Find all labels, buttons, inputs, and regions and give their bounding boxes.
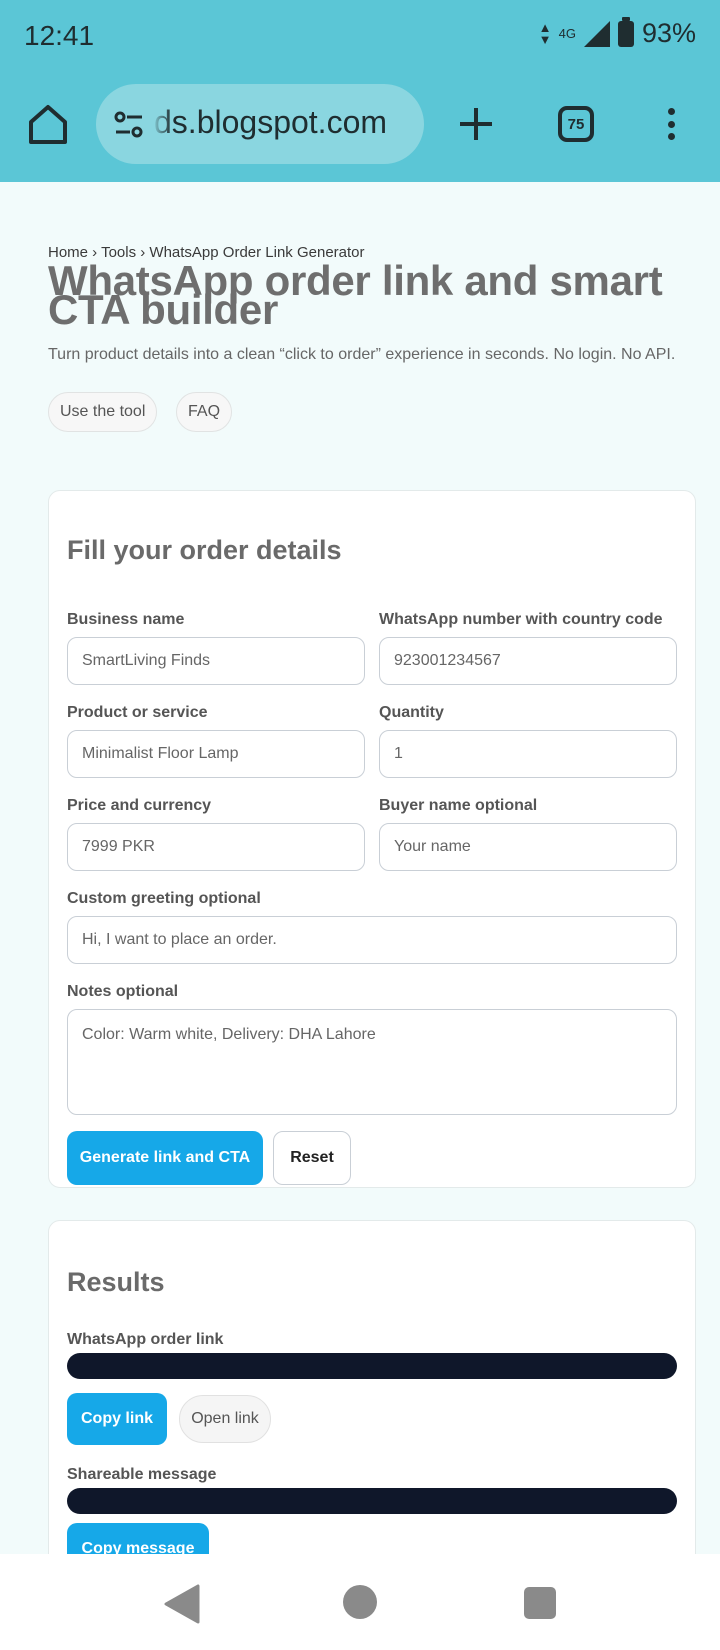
- order-form-card: Fill your order details Business name Sm…: [48, 490, 696, 1188]
- open-link-button[interactable]: Open link: [179, 1395, 271, 1443]
- tab-switcher-button[interactable]: 75: [558, 106, 594, 142]
- business-name-input[interactable]: SmartLiving Finds: [67, 637, 365, 685]
- product-label: Product or service: [67, 704, 208, 721]
- site-settings-icon[interactable]: [112, 108, 146, 142]
- home-icon[interactable]: [26, 102, 70, 146]
- page-subtitle: Turn product details into a clean “click…: [48, 346, 676, 363]
- greeting-input[interactable]: Hi, I want to place an order.: [67, 916, 677, 964]
- reset-button[interactable]: Reset: [273, 1131, 351, 1185]
- price-input[interactable]: 7999 PKR: [67, 823, 365, 871]
- message-label: Shareable message: [67, 1466, 217, 1483]
- data-activity-icon: ▲ ▼: [538, 19, 552, 47]
- battery-percent: 93%: [641, 18, 696, 48]
- notes-label: Notes optional: [67, 983, 179, 1000]
- system-nav-bar: [0, 1554, 720, 1650]
- recents-icon[interactable]: [524, 1587, 556, 1619]
- page-title: WhatsApp order link and smart CTA builde…: [48, 257, 663, 333]
- notes-textarea[interactable]: Color: Warm white, Delivery: DHA Lahore: [67, 1009, 677, 1115]
- url-text: ds.blogspot.com: [154, 104, 388, 140]
- quantity-input[interactable]: 1: [379, 730, 677, 778]
- whatsapp-link-label: WhatsApp order link: [67, 1331, 224, 1348]
- buyer-name-label: Buyer name optional: [379, 797, 538, 814]
- results-card: Results WhatsApp order link Copy link Op…: [48, 1220, 696, 1554]
- network-type: 4G: [558, 26, 576, 41]
- results-heading: Results: [67, 1267, 165, 1297]
- status-time: 12:41: [24, 20, 95, 51]
- form-heading: Fill your order details: [67, 535, 342, 565]
- battery-icon: [617, 16, 634, 47]
- url-fade: [152, 84, 172, 164]
- greeting-label: Custom greeting optional: [67, 890, 261, 907]
- whatsapp-number-label: WhatsApp number with country code: [379, 611, 663, 628]
- status-icons: ▲ ▼ 4G 93%: [538, 16, 696, 49]
- price-label: Price and currency: [67, 797, 212, 814]
- new-tab-icon[interactable]: [456, 104, 496, 144]
- copy-message-button[interactable]: Copy message: [67, 1523, 209, 1554]
- signal-icon: [583, 20, 610, 47]
- whatsapp-link-output[interactable]: [67, 1353, 677, 1379]
- generate-button[interactable]: Generate link and CTA: [67, 1131, 263, 1185]
- address-bar[interactable]: ds.blogspot.com: [96, 84, 424, 164]
- quantity-label: Quantity: [379, 704, 444, 721]
- browser-chrome: 12:41 ▲ ▼ 4G 93% ds.blogspot.com 75: [0, 0, 720, 182]
- buyer-name-input[interactable]: Your name: [379, 823, 677, 871]
- use-tool-link[interactable]: Use the tool: [48, 392, 158, 432]
- home-nav-icon[interactable]: [343, 1585, 377, 1619]
- more-menu-icon[interactable]: [658, 104, 684, 144]
- business-name-label: Business name: [67, 611, 185, 628]
- faq-link[interactable]: FAQ: [176, 392, 233, 432]
- product-input[interactable]: Minimalist Floor Lamp: [67, 730, 365, 778]
- page-content: Home › Tools › WhatsApp Order Link Gener…: [0, 182, 720, 1554]
- back-icon[interactable]: [164, 1584, 200, 1624]
- message-output[interactable]: [67, 1488, 677, 1514]
- whatsapp-number-input[interactable]: 923001234567: [379, 637, 677, 685]
- copy-link-button[interactable]: Copy link: [67, 1393, 167, 1445]
